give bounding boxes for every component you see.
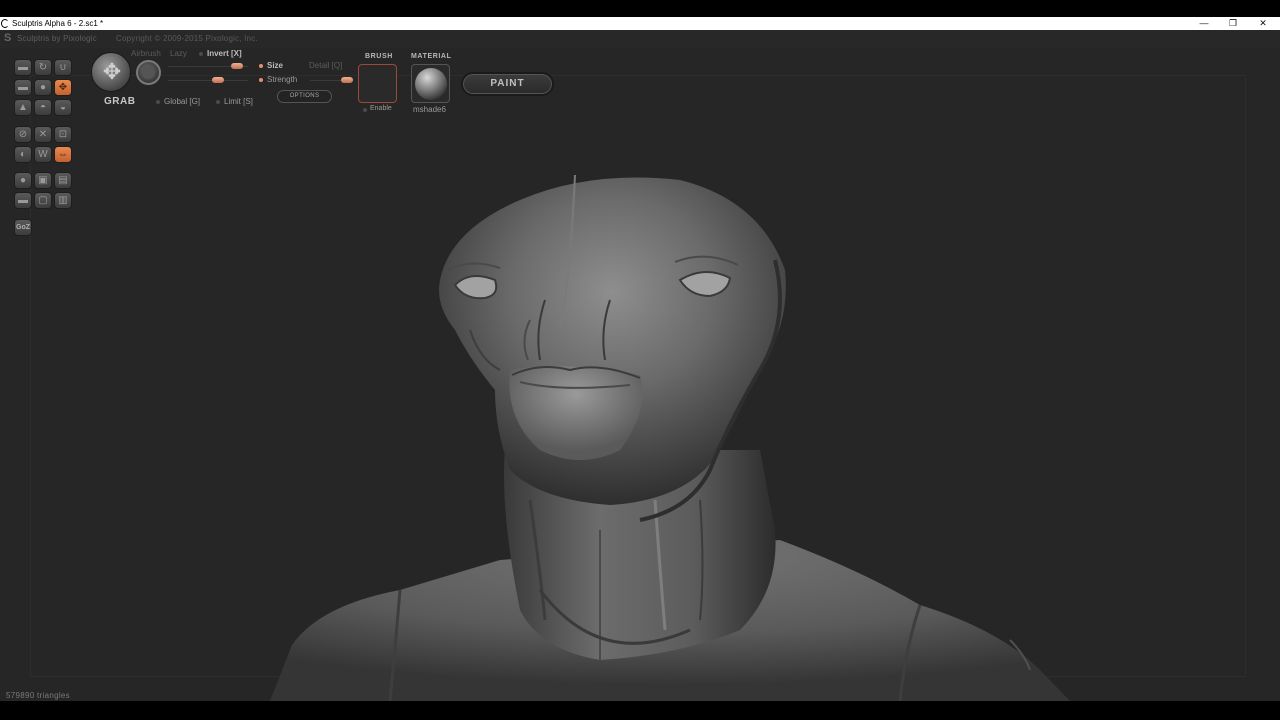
folder-icon: ▣ [38, 175, 48, 186]
maximize-button[interactable]: ❐ [1218, 17, 1248, 30]
sphere-icon: ● [19, 175, 27, 186]
global-indicator [156, 100, 160, 104]
tool-save-button[interactable]: ▤ [54, 172, 72, 189]
tool-plane-button[interactable]: ⊡ [54, 126, 72, 143]
limit-toggle[interactable]: Limit [S] [224, 97, 253, 106]
screen: Sculptris Alpha 6 - 2.sc1 * — ❐ ✕ S Scul… [0, 0, 1280, 720]
brush-section-title: BRUSH [365, 53, 393, 60]
material-section-title: MATERIAL [411, 53, 452, 60]
tool-inflate-button[interactable]: ● [34, 79, 52, 96]
tool-pinch-button[interactable]: ▲ [14, 99, 32, 116]
triangle-count: 579890 triangles [6, 691, 70, 700]
invert-toggle[interactable]: Invert [X] [207, 49, 242, 58]
grab-move-icon: ✥ [58, 82, 68, 93]
paint-mode-button[interactable]: PAINT [461, 72, 554, 96]
settings-icon: ▥ [58, 195, 68, 206]
size-indicator [259, 64, 263, 68]
tool-export-button[interactable]: ▢ [34, 192, 52, 209]
plane-icon: ⊡ [58, 129, 68, 140]
tool-rotate-button[interactable]: ↻ [34, 59, 52, 76]
import-icon: ▬ [18, 195, 28, 206]
tool-open-button[interactable]: ▣ [34, 172, 52, 189]
size-label: Size [267, 61, 284, 70]
sculpt-viewport[interactable] [0, 30, 1280, 701]
tool-smooth-button[interactable]: ◓ [34, 99, 52, 116]
strength-label: Strength [267, 75, 298, 84]
grab-tool-preview[interactable]: ✥ [91, 52, 131, 92]
minimize-button[interactable]: — [1189, 17, 1219, 30]
close-button[interactable]: ✕ [1248, 17, 1278, 30]
strength-slider-track[interactable] [168, 80, 248, 81]
tool-flatten-button[interactable]: ▬ [14, 79, 32, 96]
tool-reduce-button[interactable]: ◒ [54, 99, 72, 116]
draw-icon: ▬ [18, 62, 28, 73]
tool-grab-button[interactable]: ✥ [54, 79, 72, 96]
crease-icon: ∪ [59, 62, 67, 73]
brush-preview[interactable] [136, 60, 161, 85]
detail-toggle[interactable]: Detail [Q] [309, 61, 342, 70]
sculptris-app-icon [1, 19, 9, 28]
airbrush-toggle[interactable]: Airbrush [131, 49, 161, 58]
tool-mask-button[interactable]: ✕ [34, 126, 52, 143]
sculptris-app: S Sculptris by Pixologic Copyright © 200… [0, 30, 1280, 701]
mirror-arrows-icon: ⇔ [58, 149, 68, 160]
options-button[interactable]: OPTIONS [277, 90, 332, 103]
global-toggle[interactable]: Global [G] [164, 97, 200, 106]
save-icon: ▤ [58, 175, 68, 186]
material-name: mshade6 [413, 105, 446, 114]
strength-slider-knob[interactable] [212, 77, 224, 83]
scale-icon: ⊘ [18, 129, 28, 140]
invert-indicator [199, 52, 203, 56]
rotate-icon: ↻ [38, 62, 48, 73]
tool-import-button[interactable]: ▬ [14, 192, 32, 209]
smooth-icon: ◓ [39, 102, 47, 113]
brush-circle-icon [142, 66, 155, 79]
export-icon: ▢ [38, 195, 48, 206]
grab-move-icon: ✥ [102, 59, 122, 84]
symmetry-icon: ◐ [19, 149, 27, 160]
limit-indicator [216, 100, 220, 104]
tool-name-label: GRAB [104, 96, 136, 107]
pinch-icon: ▲ [18, 102, 28, 113]
window-title: Sculptris Alpha 6 - 2.sc1 * [12, 19, 104, 28]
strength-indicator [259, 78, 263, 82]
tool-crease-button[interactable]: ∪ [54, 59, 72, 76]
tool-draw-button[interactable]: ▬ [14, 59, 32, 76]
material-sphere-icon [415, 68, 447, 100]
window-title-bar: Sculptris Alpha 6 - 2.sc1 * — ❐ ✕ [0, 17, 1280, 30]
wireframe-icon: W [38, 149, 48, 160]
reduce-icon: ◒ [59, 102, 67, 113]
detail-slider-knob[interactable] [341, 77, 353, 83]
brush-slot[interactable] [358, 64, 397, 103]
brush-enable-indicator [363, 108, 367, 112]
tool-new-sphere-button[interactable]: ● [14, 172, 32, 189]
inflate-icon: ● [39, 82, 47, 93]
mask-icon: ✕ [38, 129, 48, 140]
tool-symmetry-button[interactable]: ◐ [14, 146, 32, 163]
flatten-icon: ▬ [18, 82, 28, 93]
lazy-toggle[interactable]: Lazy [170, 49, 187, 58]
tool-settings-button[interactable]: ▥ [54, 192, 72, 209]
material-slot[interactable] [411, 64, 450, 103]
brush-enable-toggle[interactable]: Enable [370, 105, 392, 112]
tool-wireframe-button[interactable]: W [34, 146, 52, 163]
goz-button[interactable]: GoZ [14, 219, 32, 236]
tool-mirror-button[interactable]: ⇔ [54, 146, 72, 163]
size-slider-knob[interactable] [231, 63, 243, 69]
tool-scale-button[interactable]: ⊘ [14, 126, 32, 143]
